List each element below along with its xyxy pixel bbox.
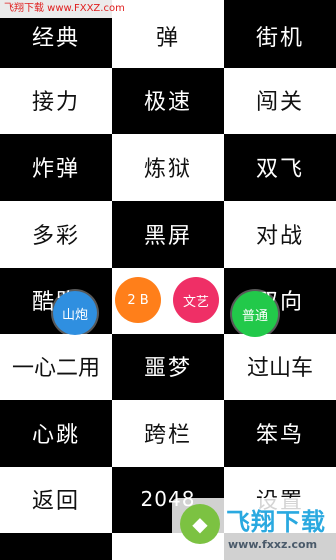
mode-tile-clumsy-bird[interactable]: 笨鸟 [224, 400, 336, 467]
style-bubble-wenyi[interactable]: 文艺 [173, 277, 219, 323]
mode-tile-bomb[interactable]: 炸弹 [0, 134, 112, 201]
mode-tile-nightmare[interactable]: 噩梦 [112, 334, 224, 400]
mode-grid: 经典 弹 街机 接力 极速 闯关 炸弹 炼狱 双飞 多彩 黑屏 对战 酷跑 双向… [0, 0, 336, 560]
mode-tile-purgatory[interactable]: 炼狱 [112, 134, 224, 201]
mode-tile-arcade[interactable]: 街机 [224, 0, 336, 68]
mode-tile-hurdles[interactable]: 跨栏 [112, 400, 224, 467]
back-button[interactable]: 返回 [0, 467, 112, 533]
logo-url: www.fxxz.com [228, 538, 318, 551]
mode-tile-speed[interactable]: 极速 [112, 68, 224, 134]
mode-tile-heartbeat[interactable]: 心跳 [0, 400, 112, 467]
watermark-text: 飞翔下载 www.FXXZ.com [0, 0, 129, 18]
mode-tile-blackscreen[interactable]: 黑屏 [112, 201, 224, 268]
mode-tile-double[interactable]: 双飞 [224, 134, 336, 201]
mode-tile-levels[interactable]: 闯关 [224, 68, 336, 134]
mode-tile-colorful[interactable]: 多彩 [0, 201, 112, 268]
watermark-logo: ◆ 飞翔下载 www.fxxz.com [172, 498, 336, 560]
mode-tile-versus[interactable]: 对战 [224, 201, 336, 268]
logo-name: 飞翔下载 [226, 508, 326, 536]
style-bubble-shanpao[interactable]: 山炮 [53, 291, 97, 335]
style-bubble-putong[interactable]: 普通 [232, 291, 278, 337]
mode-tile-multitask[interactable]: 一心二用 [0, 334, 112, 400]
mode-tile-relay[interactable]: 接力 [0, 68, 112, 134]
mode-tile-rollercoaster[interactable]: 过山车 [224, 334, 336, 400]
logo-icon: ◆ [180, 504, 220, 544]
tile-partial [0, 533, 112, 560]
style-bubble-2b[interactable]: 2 B [115, 277, 161, 323]
